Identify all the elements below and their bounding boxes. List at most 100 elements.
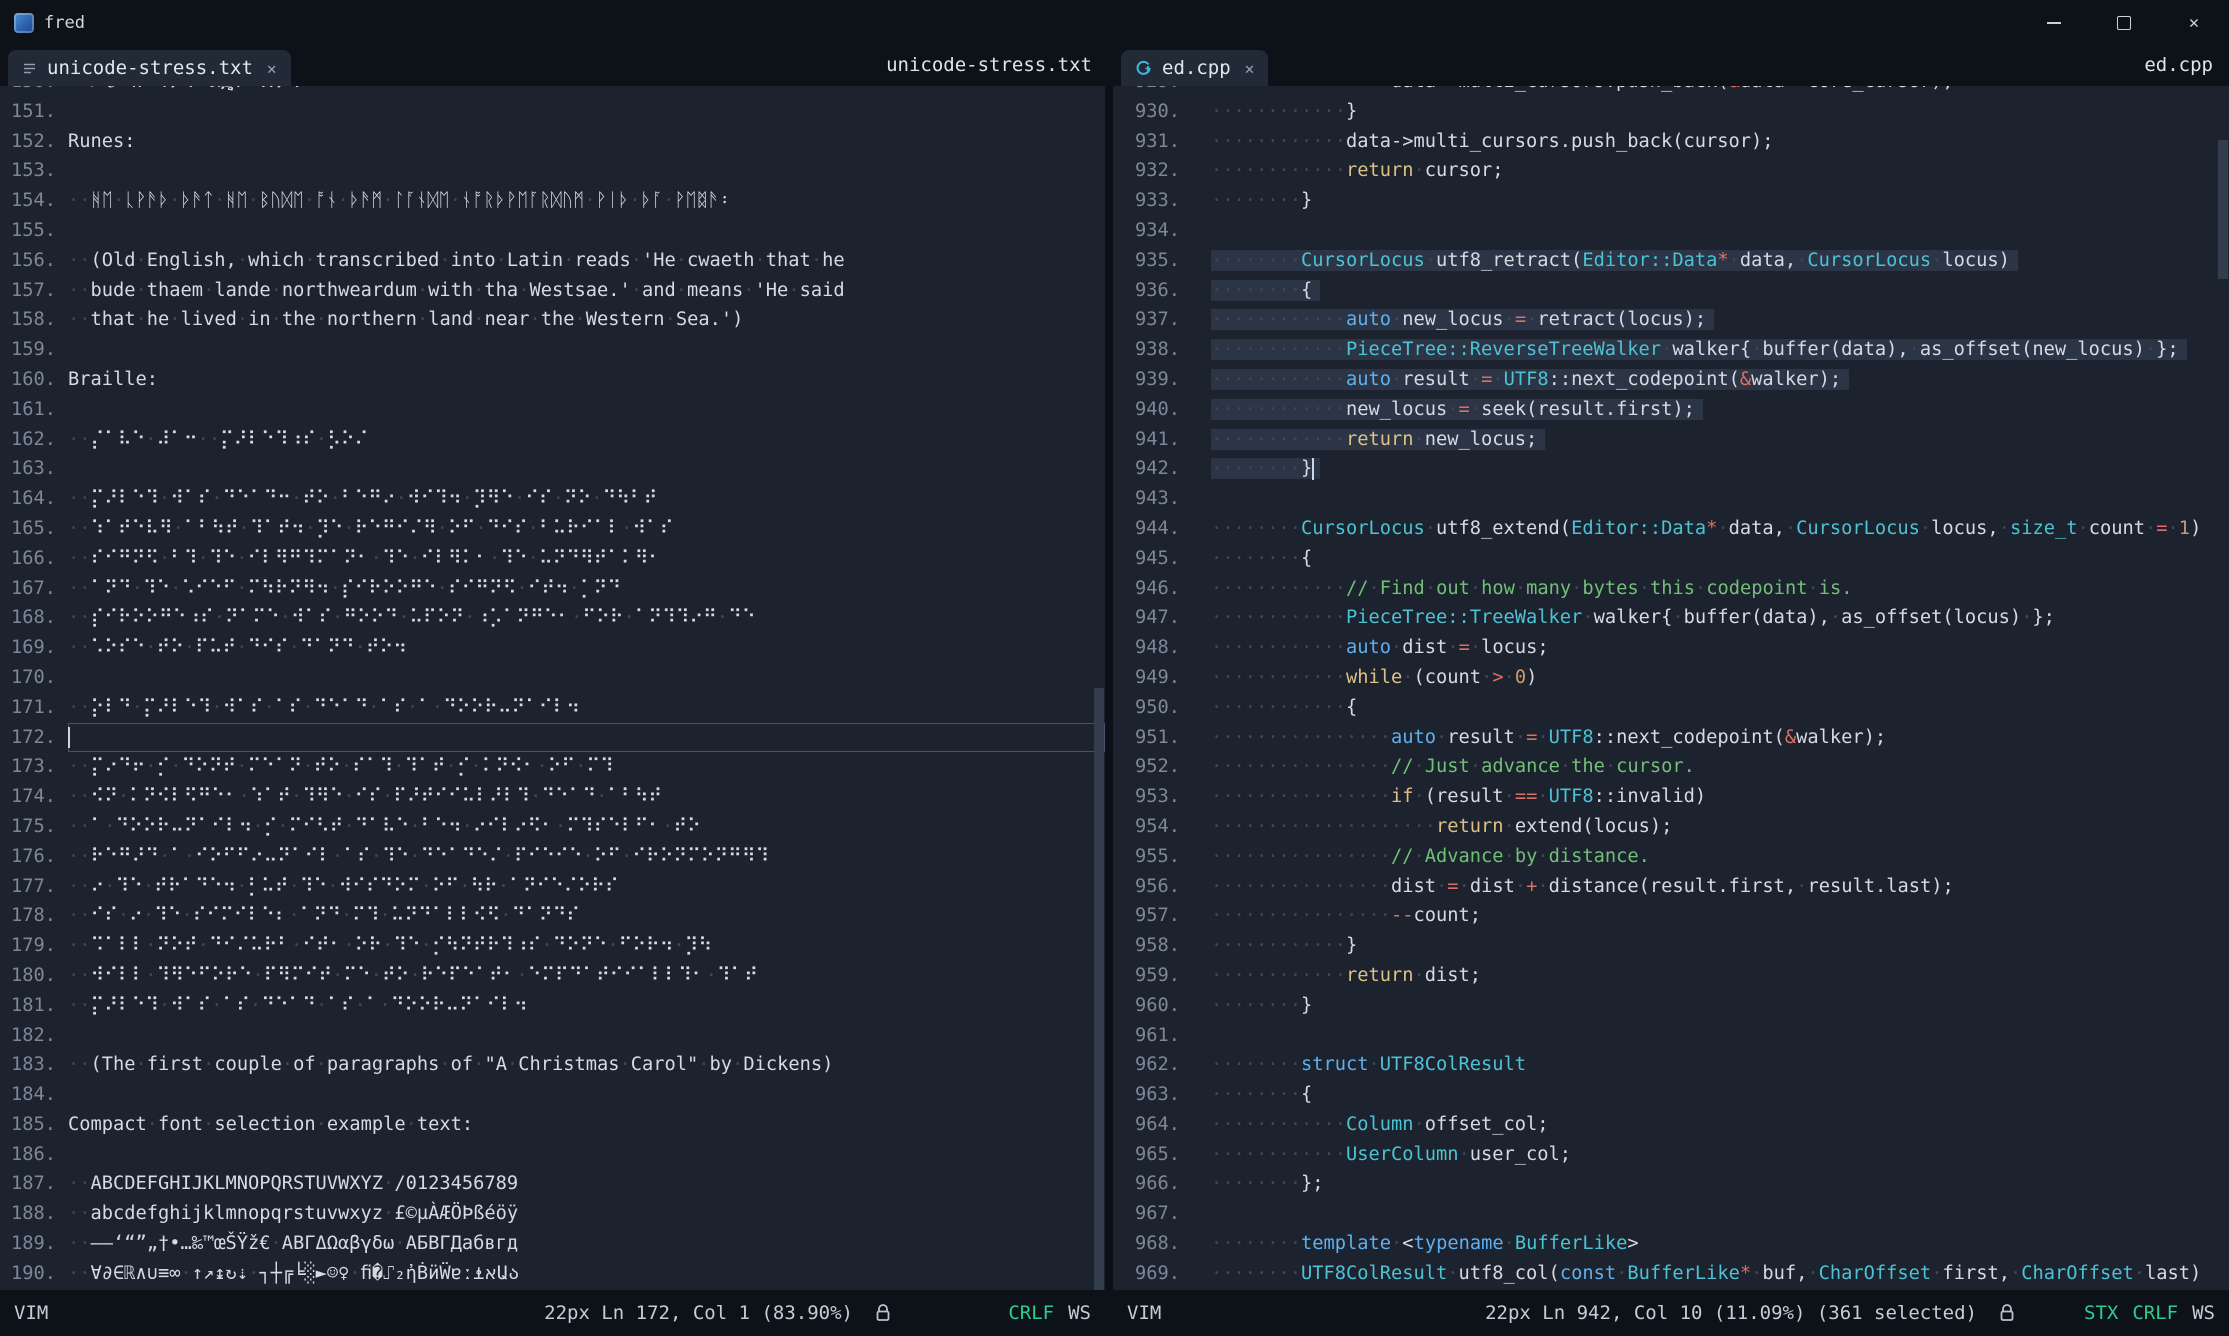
- code-line: 935.········CursorLocus·utf8_retract(Edi…: [1123, 246, 2229, 276]
- code-line: 175.··⠁·⠙⠕⠕⠗⠤⠝⠁⠊⠇⠲·⡊·⠍⠊⠣⠞·⠙⠁⠧⠑·⠃⠑⠲·⠔⠊⠇⠔⠫…: [10, 812, 1105, 842]
- line-content: ········CursorLocus·utf8_retract(Editor:…: [1211, 246, 2229, 276]
- line-number: 955.: [1123, 842, 1180, 872]
- code-line: 150.··ሥራ·ከመፍታት·ልጄን·ላፋታት።: [10, 86, 1105, 97]
- code-line: 943.: [1123, 484, 2229, 514]
- code-line: 183.··(The·first·couple·of·paragraphs·of…: [10, 1050, 1105, 1080]
- line-content: ··⠱⠁⠞⠑⠧⠻·⠁⠃⠳⠞·⠹⠁⠞⠲·⡹⠑·⠗⠑⠛⠊⠌⠻·⠕⠋·⠙⠊⠎·⠃⠥⠗⠊…: [68, 514, 1105, 544]
- code-line: 189. ··–—‘“”„†•…‰™œŠŸž€·ΑΒΓΔΩαβγδω·АБВГДа…: [10, 1229, 1105, 1259]
- window-controls: ✕: [2019, 0, 2229, 46]
- code-line: 947.············PieceTree::TreeWalker·wa…: [1123, 603, 2229, 633]
- code-line: 960.········}: [1123, 991, 2229, 1021]
- tab-ed-cpp[interactable]: ed.cpp ✕: [1121, 50, 1268, 86]
- code-line: 155.: [10, 216, 1105, 246]
- line-number: 166.: [10, 544, 56, 574]
- tab-close-icon[interactable]: ✕: [267, 59, 277, 78]
- line-number: 163.: [10, 454, 56, 484]
- ws-indicator: WS: [1068, 1290, 1091, 1336]
- line-number: 190.: [10, 1259, 56, 1289]
- line-number: 949.: [1123, 663, 1180, 693]
- minimize-button[interactable]: [2019, 0, 2089, 46]
- lock-icon[interactable]: [875, 1303, 891, 1327]
- code-line: 957.················--count;: [1123, 901, 2229, 931]
- editor-pane-right[interactable]: 929.················data->multi_cursors.…: [1113, 86, 2229, 1290]
- tab-close-icon[interactable]: ✕: [1245, 59, 1255, 78]
- line-number: 941.: [1123, 425, 1180, 455]
- code-line: 166.··⠎⠊⠛⠝⠫·⠃⠹·⠹⠑·⠊⠇⠻⠛⠹⠍⠁⠝⠂·⠹⠑·⠊⠇⠻⠅⠂·⠹⠑·…: [10, 544, 1105, 574]
- code-line: 949.············while·(count·>·0): [1123, 663, 2229, 693]
- code-line: 930.············}: [1123, 97, 2229, 127]
- filename-overlay-left: unicode-stress.txt: [886, 54, 1092, 76]
- line-number: 943.: [1123, 484, 1180, 514]
- line-content: ········struct·UTF8ColResult: [1211, 1050, 2229, 1080]
- line-content: ··ሥራ·ከመፍታት·ልጄን·ላፋታት።: [68, 86, 1105, 97]
- scrollbar-right[interactable]: [2217, 86, 2229, 1290]
- line-content: [68, 395, 1105, 425]
- line-number: 964.: [1123, 1110, 1180, 1140]
- code-line: 184.: [10, 1080, 1105, 1110]
- code-line: 177.··⠔·⠹⠑·⠞⠗⠁⠙⠑⠲·⡃⠥⠞·⠹⠑·⠺⠊⠎⠙⠕⠍·⠕⠋·⠳⠗·⠁⠝…: [10, 872, 1105, 902]
- line-content: [68, 1140, 1105, 1170]
- app-window: fred ✕ unicode-stress.txt ✕ ed.cpp ✕ uni…: [0, 0, 2229, 1336]
- line-content: Runes:: [68, 127, 1105, 157]
- line-number: 168.: [10, 603, 56, 633]
- statusbar: VIM 22px Ln 172, Col 1 (83.90%) CRLF WS …: [0, 1290, 2229, 1336]
- line-number: 966.: [1123, 1169, 1180, 1199]
- line-content: Compact·font·selection·example·text:: [68, 1110, 1105, 1140]
- line-content: ············new_locus·=·seek(result.firs…: [1211, 395, 2229, 425]
- code-line: 961.: [1123, 1021, 2229, 1051]
- scrollbar-thumb-left[interactable]: [1094, 688, 1104, 1290]
- line-number: 967.: [1123, 1199, 1180, 1229]
- line-number: 947.: [1123, 603, 1180, 633]
- line-content: ········template·<typename·BufferLike>: [1211, 1229, 2229, 1259]
- line-number: 152.: [10, 127, 56, 157]
- line-content: ················//·Advance·by·distance.: [1211, 842, 2229, 872]
- scrollbar-thumb-right[interactable]: [2218, 140, 2228, 278]
- line-number: 931.: [1123, 127, 1180, 157]
- scrollbar-left[interactable]: [1093, 86, 1105, 1290]
- tab-label: ed.cpp: [1162, 57, 1231, 79]
- line-content: ··–—‘“”„†•…‰™œŠŸž€·ΑΒΓΔΩαβγδω·АБВГДабвгд: [68, 1229, 1105, 1259]
- line-number: 937.: [1123, 305, 1180, 335]
- line-content: [1211, 484, 2229, 514]
- line-content: [68, 216, 1105, 246]
- code-line: 950.············{: [1123, 693, 2229, 723]
- code-line: 188.··abcdefghijklmnopqrstuvwxyz·£©µÀÆÖÞ…: [10, 1199, 1105, 1229]
- tab-bar: unicode-stress.txt ✕ ed.cpp ✕: [0, 46, 2229, 86]
- close-button[interactable]: ✕: [2159, 0, 2229, 46]
- line-content: ··⠔·⠹⠑·⠞⠗⠁⠙⠑⠲·⡃⠥⠞·⠹⠑·⠺⠊⠎⠙⠕⠍·⠕⠋·⠳⠗·⠁⠝⠊⠑⠌⠕…: [68, 872, 1105, 902]
- line-number: 958.: [1123, 931, 1180, 961]
- code-line: 946.············//·Find·out·how·many·byt…: [1123, 574, 2229, 604]
- code-line: 151.: [10, 97, 1105, 127]
- line-number: 934.: [1123, 216, 1180, 246]
- line-number: 929.: [1123, 86, 1180, 97]
- code-line: 159.: [10, 335, 1105, 365]
- line-number: 167.: [10, 574, 56, 604]
- line-content: [1211, 1021, 2229, 1051]
- line-number: 960.: [1123, 991, 1180, 1021]
- line-number: 969.: [1123, 1259, 1180, 1289]
- code-rows-left: 150.··ሥራ·ከመፍታት·ልጄን·ላፋታት።151.152. Runes: 15…: [0, 86, 1105, 1289]
- line-number: 181.: [10, 991, 56, 1021]
- code-line: 959.············return·dist;: [1123, 961, 2229, 991]
- code-line: 929.················data->multi_cursors.…: [1123, 86, 2229, 97]
- line-content: ············return·cursor;: [1211, 156, 2229, 186]
- text-file-icon: [22, 61, 37, 76]
- maximize-button[interactable]: [2089, 0, 2159, 46]
- line-content: ················dist·=·dist·+·distance(r…: [1211, 872, 2229, 902]
- line-content: ················//·Just·advance·the·curs…: [1211, 752, 2229, 782]
- tab-unicode-stress-txt[interactable]: unicode-stress.txt ✕: [8, 50, 291, 86]
- line-content: ············data->multi_cursors.push_bac…: [1211, 127, 2229, 157]
- editor-pane-left[interactable]: 150.··ሥራ·ከመፍታት·ልጄን·ላፋታት።151.152. Runes: 15…: [0, 86, 1105, 1290]
- code-line: 167.··⠁⠝⠙·⠹⠑·⠡⠊⠑⠋·⠍⠳⠗⠝⠻⠲·⡎⠊⠗⠕⠕⠛⠑·⠎⠊⠛⠝⠫·⠊…: [10, 574, 1105, 604]
- line-number: 965.: [1123, 1140, 1180, 1170]
- line-content: [68, 1021, 1105, 1051]
- code-line: 965.············UserColumn·user_col;: [1123, 1140, 2229, 1170]
- code-line: 178.··⠊⠎·⠔·⠹⠑·⠎⠊⠍⠊⠇⠑⠆·⠁⠝⠙·⠍⠹·⠥⠝⠙⠁⠇⠇⠪⠫·⠙⠁…: [10, 901, 1105, 931]
- line-number: 930.: [1123, 97, 1180, 127]
- lock-icon[interactable]: [1999, 1303, 2015, 1327]
- code-line: 185.Compact·font·selection·example·text:: [10, 1110, 1105, 1140]
- line-number: 945.: [1123, 544, 1180, 574]
- line-number: 189.: [10, 1229, 56, 1259]
- filename-overlay-right: ed.cpp: [2144, 54, 2213, 76]
- line-content: ········{: [1211, 276, 2229, 306]
